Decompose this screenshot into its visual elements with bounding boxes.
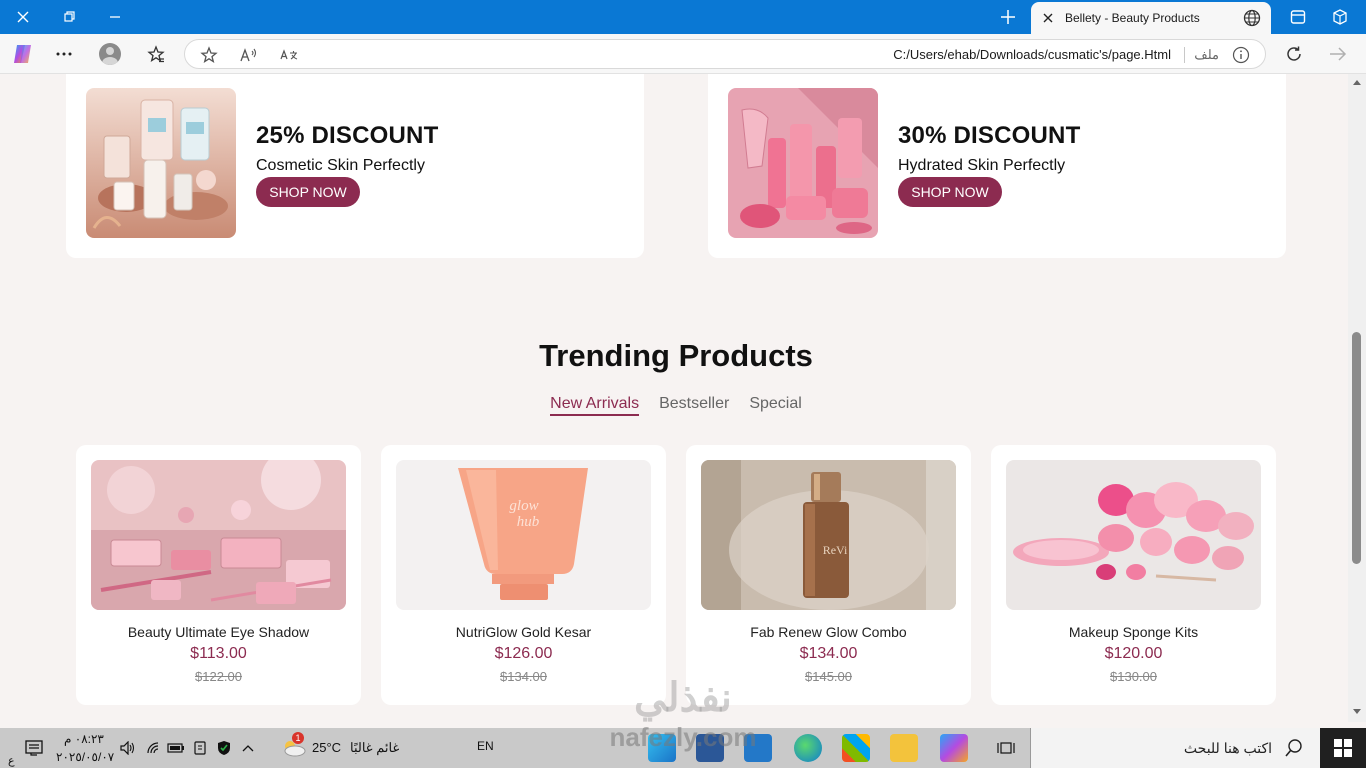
device-icon[interactable] xyxy=(190,738,210,758)
app-icon-blue[interactable] xyxy=(744,734,772,762)
translate-icon[interactable] xyxy=(279,45,299,65)
start-button[interactable] xyxy=(1320,728,1366,768)
weather-temperature[interactable]: 25°C xyxy=(312,740,341,755)
taskbar-search[interactable]: اكتب هنا للبحث xyxy=(1030,728,1320,768)
product-name[interactable]: NutriGlow Gold Kesar xyxy=(381,624,666,640)
product-old-price: $145.00 xyxy=(805,669,852,684)
promo-image-cosmetics xyxy=(86,88,236,238)
product-image-glow-combo[interactable]: ReVi xyxy=(701,460,956,610)
product-image-glow-tube[interactable]: glow hub xyxy=(396,460,651,610)
svg-text:ReVi: ReVi xyxy=(823,543,848,557)
battery-icon[interactable] xyxy=(166,738,186,758)
product-old-price: $122.00 xyxy=(195,669,242,684)
promo-title: 25% DISCOUNT xyxy=(256,122,439,149)
weather-badge: 1 xyxy=(292,732,304,744)
product-card[interactable]: Makeup Sponge Kits $120.00 $130.00 xyxy=(991,445,1276,705)
page-viewport: 25% DISCOUNT Cosmetic Skin Perfectly SHO… xyxy=(0,74,1348,722)
shop-now-button[interactable]: SHOP NOW xyxy=(898,177,1002,207)
taskbar-tray: ع ٠٨:٢٣ م ٢٠٢٥/٠٥/٠٧ 1 25°C غائم غالبًا … xyxy=(0,728,1030,768)
section-title: Trending Products xyxy=(539,338,813,373)
refresh-icon[interactable] xyxy=(1279,40,1309,68)
product-price: $120.00 xyxy=(1104,645,1163,662)
product-card[interactable]: glow hub NutriGlow Gold Kesar $126.00 $1… xyxy=(381,445,666,705)
browser-titlebar: Bellety - Beauty Products xyxy=(0,0,1366,34)
read-aloud-icon[interactable] xyxy=(239,45,259,65)
promo-card-1: 25% DISCOUNT Cosmetic Skin Perfectly SHO… xyxy=(66,74,644,258)
product-price: $126.00 xyxy=(494,645,553,662)
browser-toolbar: C:/Users/ehab/Downloads/cusmatic's/page.… xyxy=(0,34,1366,74)
promo-subtitle: Hydrated Skin Perfectly xyxy=(898,157,1066,174)
wifi-icon[interactable] xyxy=(144,738,164,758)
tab-actions-icon[interactable] xyxy=(1278,0,1318,34)
product-old-price: $134.00 xyxy=(500,669,547,684)
product-price: $113.00 xyxy=(190,645,247,662)
copilot-app-icon[interactable] xyxy=(940,734,968,762)
add-favorite-star-icon[interactable] xyxy=(199,45,219,65)
ime-indicator[interactable]: ع xyxy=(8,754,15,767)
weather-condition[interactable]: غائم غالبًا xyxy=(350,740,399,756)
site-info-icon[interactable] xyxy=(1231,45,1251,65)
notifications-icon[interactable] xyxy=(24,738,44,758)
search-placeholder: اكتب هنا للبحث xyxy=(1183,740,1272,756)
edge-app-icon[interactable] xyxy=(648,734,676,762)
product-image-sponge-kit[interactable] xyxy=(1006,460,1261,610)
scrollbar-thumb[interactable] xyxy=(1352,332,1361,564)
edge-browser-icon[interactable] xyxy=(794,734,822,762)
vscode-app-icon[interactable] xyxy=(696,734,724,762)
file-label: ملف xyxy=(1194,47,1219,62)
promo-card-2: 30% DISCOUNT Hydrated Skin Perfectly SHO… xyxy=(708,74,1286,258)
tab-special[interactable]: Special xyxy=(749,395,801,416)
clock-date[interactable]: ٢٠٢٥/٠٥/٠٧ xyxy=(56,750,114,764)
tab-title: Bellety - Beauty Products xyxy=(1065,11,1200,25)
tab-bestseller[interactable]: Bestseller xyxy=(659,395,729,416)
clock-time[interactable]: ٠٨:٢٣ م xyxy=(64,732,104,746)
svg-text:glow: glow xyxy=(509,498,538,514)
store-app-icon[interactable] xyxy=(842,734,870,762)
promo-subtitle: Cosmetic Skin Perfectly xyxy=(256,157,425,174)
minimize-window-icon[interactable] xyxy=(92,0,138,34)
security-shield-icon[interactable] xyxy=(214,738,234,758)
shop-now-button[interactable]: SHOP NOW xyxy=(256,177,360,207)
svg-text:hub: hub xyxy=(517,514,540,530)
scroll-down-icon[interactable] xyxy=(1352,708,1362,716)
product-card[interactable]: Beauty Ultimate Eye Shadow $113.00 $122.… xyxy=(76,445,361,705)
url-text: C:/Users/ehab/Downloads/cusmatic's/page.… xyxy=(893,47,1171,62)
tab-new-arrivals[interactable]: New Arrivals xyxy=(550,395,640,416)
workspaces-icon[interactable] xyxy=(1320,0,1360,34)
tab-close-icon[interactable] xyxy=(1041,11,1055,25)
copilot-icon[interactable] xyxy=(8,40,38,68)
browser-tab[interactable]: Bellety - Beauty Products xyxy=(1031,2,1271,34)
restore-window-icon[interactable] xyxy=(46,0,92,34)
new-tab-button[interactable] xyxy=(990,2,1026,32)
chevron-up-icon[interactable] xyxy=(238,738,258,758)
page-scrollbar[interactable] xyxy=(1348,74,1366,722)
product-name[interactable]: Fab Renew Glow Combo xyxy=(686,624,971,640)
volume-icon[interactable] xyxy=(118,738,138,758)
globe-icon xyxy=(1243,9,1261,27)
product-card[interactable]: ReVi Fab Renew Glow Combo $134.00 $145.0… xyxy=(686,445,971,705)
task-view-icon[interactable] xyxy=(996,738,1016,758)
search-icon xyxy=(1285,739,1302,757)
product-name[interactable]: Beauty Ultimate Eye Shadow xyxy=(76,624,361,640)
product-image-eye-shadow[interactable] xyxy=(91,460,346,610)
product-old-price: $130.00 xyxy=(1110,669,1157,684)
file-explorer-icon[interactable] xyxy=(890,734,918,762)
windows-logo-icon xyxy=(1334,739,1352,757)
close-window-icon[interactable] xyxy=(0,0,46,34)
more-options-icon[interactable] xyxy=(49,40,79,68)
promo-image-skincare xyxy=(728,88,878,238)
taskbar: ع ٠٨:٢٣ م ٢٠٢٥/٠٥/٠٧ 1 25°C غائم غالبًا … xyxy=(0,728,1366,768)
address-bar[interactable]: C:/Users/ehab/Downloads/cusmatic's/page.… xyxy=(184,39,1266,69)
url-divider xyxy=(1184,47,1185,63)
promo-title: 30% DISCOUNT xyxy=(898,122,1081,149)
scroll-up-icon[interactable] xyxy=(1352,78,1362,86)
profile-avatar[interactable] xyxy=(95,40,125,68)
product-name[interactable]: Makeup Sponge Kits xyxy=(991,624,1276,640)
product-price: $134.00 xyxy=(799,645,858,662)
favorites-icon[interactable] xyxy=(141,40,171,68)
forward-arrow-icon[interactable] xyxy=(1323,40,1353,68)
language-indicator[interactable]: EN xyxy=(477,739,494,753)
product-filter-tabs: New Arrivals Bestseller Special xyxy=(0,395,1348,416)
